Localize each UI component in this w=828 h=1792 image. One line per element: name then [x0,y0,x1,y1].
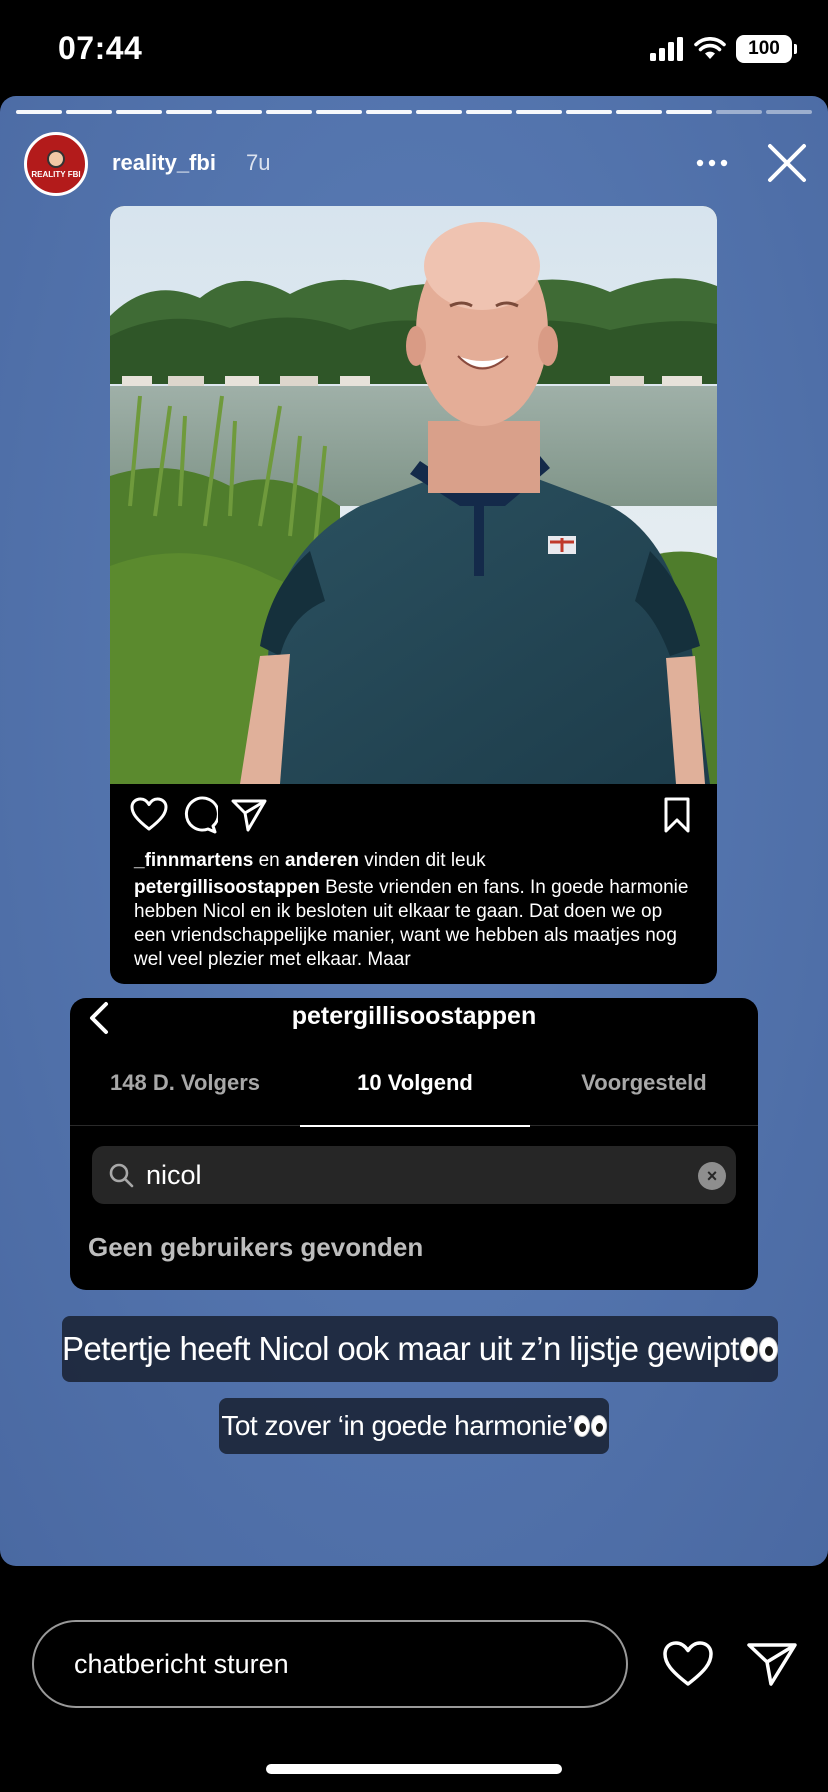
share-icon[interactable] [230,796,268,834]
status-icons: 100 [650,34,797,64]
wifi-icon [694,37,726,59]
eyes-emoji-icon [573,1415,590,1437]
story-progress-bar [16,110,812,114]
story-username[interactable]: reality_fbi [112,150,216,176]
status-bar: 07:44 100 [0,0,828,96]
avatar-logo-text: REALITY FBI [31,169,81,179]
post-caption: petergillisoostappen Beste vrienden en f… [134,876,699,984]
post-actions [110,784,717,846]
likes-summary: _finnmartens en anderen vinden dit leuk [134,850,486,872]
tab-suggested[interactable]: Voorgesteld [530,1060,758,1126]
eyes-emoji-icon [759,1336,778,1362]
likes-suffix: vinden dit leuk [364,850,486,871]
sticker-1-text: Petertje heeft Nicol ook maar uit z’n li… [62,1330,739,1367]
message-reply-input[interactable] [32,1620,628,1708]
clear-search-icon[interactable]: × [698,1162,726,1190]
avatar[interactable]: REALITY FBI [24,132,88,196]
send-icon[interactable] [746,1640,798,1688]
story-progress-segment [616,110,662,114]
avatar-logo-icon [47,149,65,168]
close-button[interactable] [762,138,812,188]
battery-icon: 100 [736,35,797,63]
story-header: REALITY FBI reality_fbi 7u [24,132,812,202]
story-progress-segment [116,110,162,114]
profile-title: petergillisoostappen [291,1002,537,1030]
story-progress-segment [316,110,362,114]
shared-post-card[interactable]: _finnmartens en anderen vinden dit leuk … [110,206,717,984]
close-icon [768,144,806,182]
story-text-sticker-2: Tot zover ‘in goede harmonie’ [219,1398,609,1454]
status-time: 07:44 [58,30,143,66]
story-progress-segment [766,110,812,114]
search-input[interactable] [146,1154,666,1196]
story-time-ago: 7u [246,150,271,175]
more-options-button[interactable] [690,148,734,178]
story-text-sticker-1: Petertje heeft Nicol ook maar uit z’n li… [62,1316,778,1382]
signal-icon [650,37,683,61]
story-progress-segment [366,110,412,114]
bookmark-icon[interactable] [658,796,696,834]
ellipsis-icon [696,159,728,167]
likes-others[interactable]: anderen [285,850,359,871]
search-icon [109,1163,134,1188]
tab-following[interactable]: 10 Volgend [300,1060,530,1127]
story-progress-segment [466,110,512,114]
story-progress-segment [266,110,312,114]
tab-followers[interactable]: 148 D. Volgers [70,1060,300,1126]
heart-icon[interactable] [130,796,168,834]
comment-icon[interactable] [180,796,218,834]
story-progress-segment [416,110,462,114]
sticker-2-text: Tot zover ‘in goede harmonie’ [221,1410,573,1441]
story-progress-segment [16,110,62,114]
heart-icon[interactable] [662,1640,714,1688]
story-progress-segment [166,110,212,114]
follow-tabs: 148 D. Volgers 10 Volgend Voorgesteld [70,1060,758,1127]
likes-user[interactable]: _finnmartens [134,850,253,871]
search-bar: × [92,1146,736,1204]
home-indicator[interactable] [266,1764,562,1774]
story-progress-segment [666,110,712,114]
caption-username[interactable]: petergillisoostappen [134,877,320,898]
story-progress-segment [66,110,112,114]
story-viewer[interactable]: REALITY FBI reality_fbi 7u _finnmartens … [0,96,828,1566]
following-list-panel: petergillisoostappen 148 D. Volgers 10 V… [70,998,758,1290]
post-photo [110,206,717,784]
story-progress-segment [516,110,562,114]
empty-results-message: Geen gebruikers gevonden [88,1232,424,1262]
eyes-emoji-icon [590,1415,607,1437]
story-progress-segment [216,110,262,114]
story-progress-segment [716,110,762,114]
likes-connector: en [258,850,280,871]
eyes-emoji-icon [739,1336,759,1362]
story-progress-segment [566,110,612,114]
